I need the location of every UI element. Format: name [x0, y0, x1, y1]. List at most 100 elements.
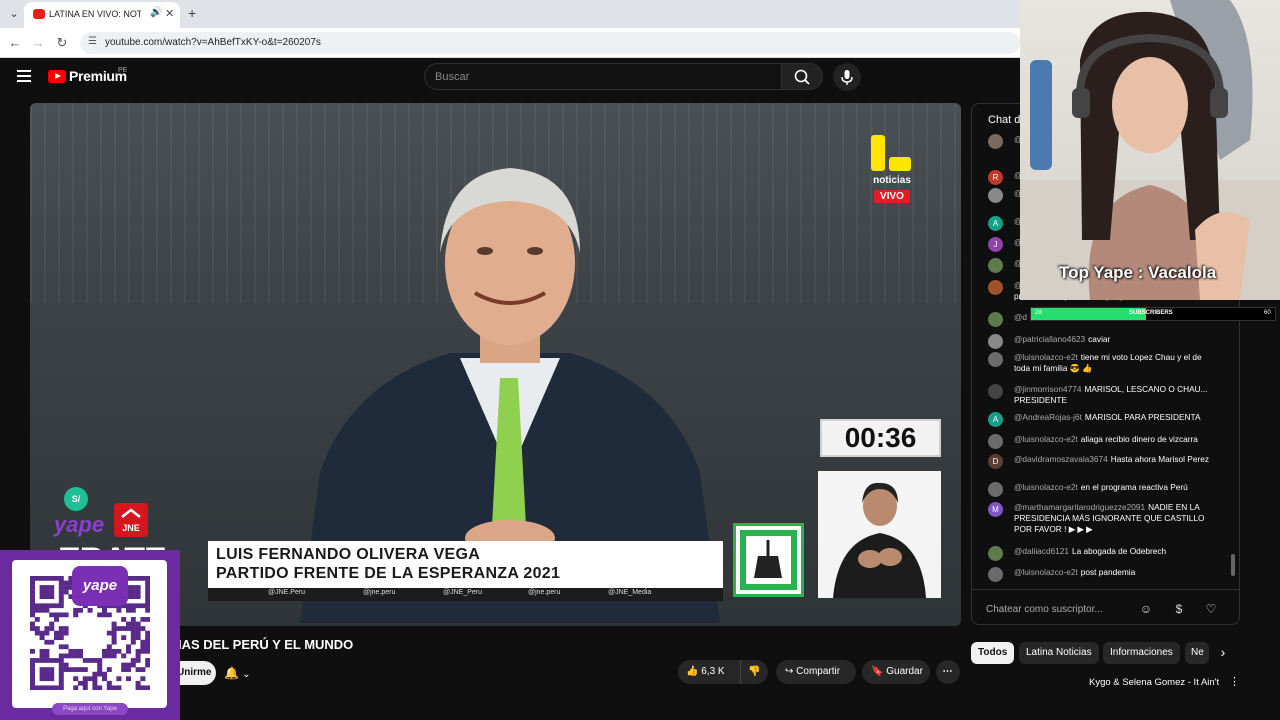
chat-avatar[interactable] — [988, 258, 1003, 273]
forward-icon[interactable]: → — [29, 34, 47, 52]
heart-icon[interactable]: ♡ — [1202, 600, 1220, 618]
chat-message[interactable]: D @davidramoszavala3674 Hasta ahora Mariso… — [988, 454, 1220, 469]
chat-text: post pandemia — [1080, 567, 1136, 577]
like-button[interactable]: 👍 6,3 K — [678, 660, 740, 684]
thumbs-down-icon: 👎 — [748, 666, 761, 677]
chat-username[interactable]: @luisnolazco-e2t — [1014, 567, 1078, 577]
yape-badge: yape — [72, 566, 128, 606]
url-text[interactable]: youtube.com/watch?v=AhBefTxKY-o&t=260207… — [105, 37, 321, 48]
yape-qr-card: yape — [12, 560, 167, 708]
jne-label: JNE — [122, 523, 140, 533]
thumbs-up-icon: 👍 — [686, 666, 699, 677]
chat-message[interactable]: @luisnolazco-e2t aliaga recibio dinero de… — [988, 434, 1220, 449]
chat-avatar[interactable] — [988, 352, 1003, 367]
chip-latina-noticias[interactable]: Latina Noticias — [1019, 642, 1099, 664]
chat-avatar[interactable] — [988, 482, 1003, 497]
chat-text: en el programa reactiva Perú — [1080, 482, 1188, 492]
chat-avatar[interactable]: A — [988, 216, 1003, 231]
chat-username[interactable]: @patriciallano4623 — [1014, 334, 1085, 344]
chat-avatar[interactable] — [988, 134, 1003, 149]
chat-message[interactable]: @patriciallano4623 caviar — [988, 334, 1220, 349]
browser-tab[interactable]: LATINA EN VIVO: NOTICIAS 🔊 ✕ — [24, 2, 180, 28]
hamburger-menu-icon[interactable] — [17, 70, 31, 82]
tab-search-icon[interactable]: ⌄ — [6, 6, 22, 22]
chat-scrollbar[interactable] — [1231, 554, 1235, 576]
super-chat-icon[interactable]: $ — [1170, 600, 1188, 618]
chat-message[interactable]: @luisnolazco-e2t tiene mi voto Lopez Chau… — [988, 352, 1220, 374]
chat-message[interactable]: @luisnolazco-e2t post pandemia — [988, 567, 1220, 582]
chat-username[interactable]: @luisnolazco-e2t — [1014, 434, 1078, 444]
speaker-icon[interactable]: 🔊 — [150, 7, 162, 18]
like-count: 6,3 K — [701, 666, 725, 677]
lower-third: LUIS FERNANDO OLIVERA VEGA PARTIDO FRENT… — [208, 541, 723, 588]
chat-input[interactable] — [986, 601, 1136, 617]
chat-username[interactable]: @davidramoszavala3674 — [1014, 454, 1108, 464]
url-field[interactable]: ☰ youtube.com/watch?v=AhBefTxKY-o&t=2602… — [80, 32, 1020, 54]
social-strip: @JNE.Peru @jne.peru @JNE_Peru @jne.peru … — [208, 588, 723, 601]
search-input[interactable] — [435, 69, 765, 85]
recommended-video-title[interactable]: Kygo & Selena Gomez - It Ain't — [1089, 677, 1219, 688]
chip-todos[interactable]: Todos — [971, 642, 1015, 664]
chat-username[interactable]: @AndreaRojas-j6t — [1014, 412, 1082, 422]
search-button[interactable] — [781, 63, 823, 90]
more-actions-icon[interactable]: ⋯ — [936, 660, 960, 684]
yape-float-logo: yape — [54, 512, 105, 537]
chat-avatar[interactable] — [988, 546, 1003, 561]
chat-message[interactable]: A @AndreaRojas-j6t MARISOL PARA PRESIDENTA — [988, 412, 1220, 427]
chat-message[interactable]: M @marthamargaritarodriguezze2091 NADIE EN… — [988, 502, 1220, 535]
chat-avatar[interactable] — [988, 567, 1003, 582]
chat-text: aliaga recibio dinero de vizcarra — [1080, 434, 1198, 444]
chat-username[interactable]: @marthamargaritarodriguezze2091 — [1014, 502, 1145, 512]
microphone-icon — [841, 70, 853, 85]
chat-avatar[interactable] — [988, 384, 1003, 399]
emoji-icon[interactable]: ☺ — [1137, 600, 1155, 618]
chat-message[interactable]: @jinmorrison4774 MARISOL, LESCANO O CHAU.… — [988, 384, 1220, 406]
voice-search-button[interactable] — [833, 63, 861, 91]
social-instagram: @jne.peru — [363, 589, 396, 596]
latina-logo-icon — [871, 135, 911, 171]
sign-language-interpreter-image — [818, 471, 941, 598]
chevron-right-icon[interactable]: › — [1213, 644, 1233, 664]
share-button[interactable]: ↪ Compartir — [776, 660, 856, 684]
chat-message[interactable]: @daliiacd6121 La abogada de Odebrech — [988, 546, 1220, 561]
chat-username[interactable]: @luisnolazco-e2t — [1014, 482, 1078, 492]
chat-avatar[interactable] — [988, 280, 1003, 295]
chat-avatar[interactable]: J — [988, 237, 1003, 252]
chat-text: La abogada de Odebrech — [1072, 546, 1167, 556]
chat-avatar[interactable] — [988, 312, 1003, 327]
back-icon[interactable]: ← — [6, 34, 24, 52]
chip-informaciones[interactable]: Informaciones — [1103, 642, 1180, 664]
latina-noticias-logo: noticias VIVO — [868, 133, 916, 205]
chat-username[interactable]: @daliiacd6121 — [1014, 546, 1069, 556]
new-tab-icon[interactable]: + — [188, 5, 196, 21]
more-vertical-icon[interactable]: ⋮ — [1229, 675, 1240, 688]
chat-text: caviar — [1088, 334, 1111, 344]
youtube-logo-icon[interactable] — [48, 70, 66, 83]
chat-username[interactable]: @jinmorrison4774 — [1014, 384, 1081, 394]
chat-username[interactable]: @luisnolazco-e2t — [1014, 352, 1078, 362]
live-badge: VIVO — [874, 190, 910, 203]
search-box — [424, 63, 782, 90]
share-icon: ↪ — [785, 666, 794, 677]
chat-message[interactable]: @luisnolazco-e2t en el programa reactiva … — [988, 482, 1220, 497]
chat-avatar[interactable]: M — [988, 502, 1003, 517]
reload-icon[interactable]: ↻ — [53, 34, 71, 52]
chat-avatar[interactable]: A — [988, 412, 1003, 427]
search-icon — [794, 69, 810, 85]
video-player[interactable]: noticias VIVO 00:36 JNE EBATE LUIS FERNA… — [30, 103, 961, 626]
chat-username[interactable]: @d — [1014, 312, 1027, 322]
chat-avatar[interactable] — [988, 188, 1003, 203]
chat-avatar[interactable]: R — [988, 170, 1003, 185]
share-label: Compartir — [796, 666, 841, 677]
chat-avatar[interactable] — [988, 334, 1003, 349]
site-info-icon[interactable]: ☰ — [88, 36, 97, 47]
save-button[interactable]: 🔖 Guardar — [862, 660, 930, 684]
notification-bell-button[interactable]: 🔔 ⌄ — [224, 661, 270, 685]
party-broom-logo-icon — [733, 523, 804, 597]
close-icon[interactable]: ✕ — [165, 7, 174, 20]
chat-avatar[interactable]: D — [988, 454, 1003, 469]
dislike-button[interactable]: 👎 — [740, 660, 768, 684]
chat-text: MARISOL PARA PRESIDENTA — [1084, 412, 1201, 422]
chip-truncated[interactable]: Ne — [1185, 642, 1209, 664]
chat-avatar[interactable] — [988, 434, 1003, 449]
